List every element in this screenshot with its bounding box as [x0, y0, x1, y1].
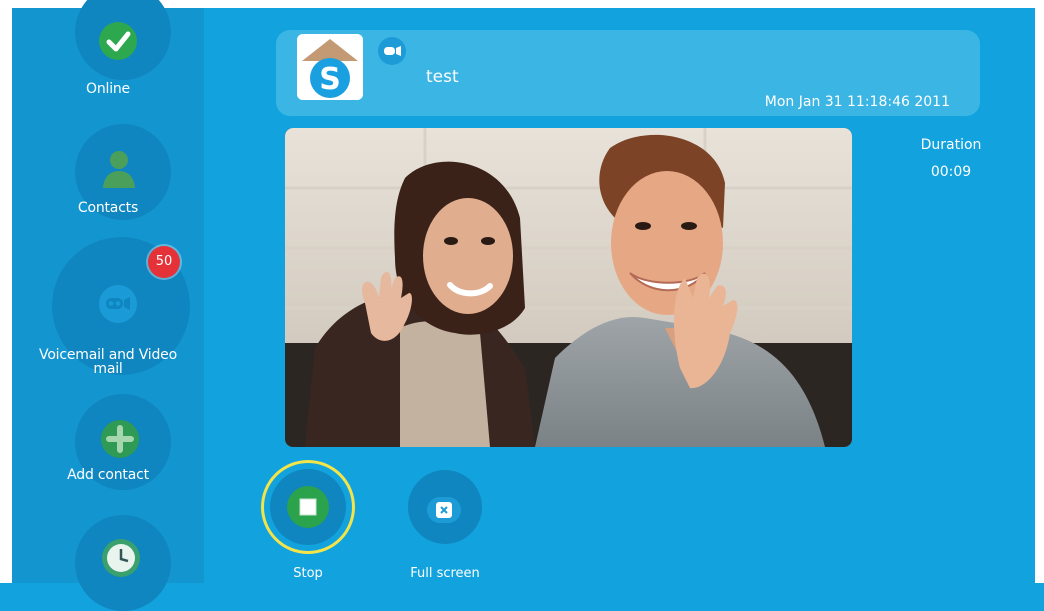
sidebar-item-label: Voicemail and Video mail: [39, 347, 177, 377]
stop-icon: [287, 486, 329, 528]
sidebar-item-label: Add contact: [67, 467, 149, 483]
video-call-icon: [378, 37, 406, 65]
add-contact-icon: [100, 419, 139, 458]
duration-label: Duration: [920, 137, 982, 153]
left-edge: [0, 0, 12, 583]
contact-name: test: [426, 67, 459, 87]
stop-label: Stop: [293, 566, 323, 581]
online-check-icon: [99, 22, 137, 60]
video-feed: [285, 128, 852, 447]
contacts-icon: [100, 148, 138, 188]
fullscreen-label: Full screen: [410, 566, 480, 581]
contact-avatar: S: [297, 34, 363, 100]
voicemail-count-badge: 50: [148, 246, 180, 278]
right-edge: [1035, 0, 1044, 583]
call-timestamp: Mon Jan 31 11:18:46 2011: [764, 94, 950, 110]
duration-value: 00:09: [930, 164, 972, 180]
call-header: S test Mon Jan 31 11:18:46 2011: [276, 30, 980, 116]
sidebar: Online Contacts 50 Voicemail and Video m…: [12, 0, 204, 611]
video-feed-image: [285, 128, 852, 447]
voicemail-icon: [99, 285, 137, 323]
sidebar-item-label: Contacts: [77, 200, 139, 216]
fullscreen-icon: [427, 497, 461, 523]
sidebar-item-label: Online: [86, 81, 130, 97]
svg-text:S: S: [319, 62, 341, 97]
history-clock-icon: [102, 539, 140, 577]
